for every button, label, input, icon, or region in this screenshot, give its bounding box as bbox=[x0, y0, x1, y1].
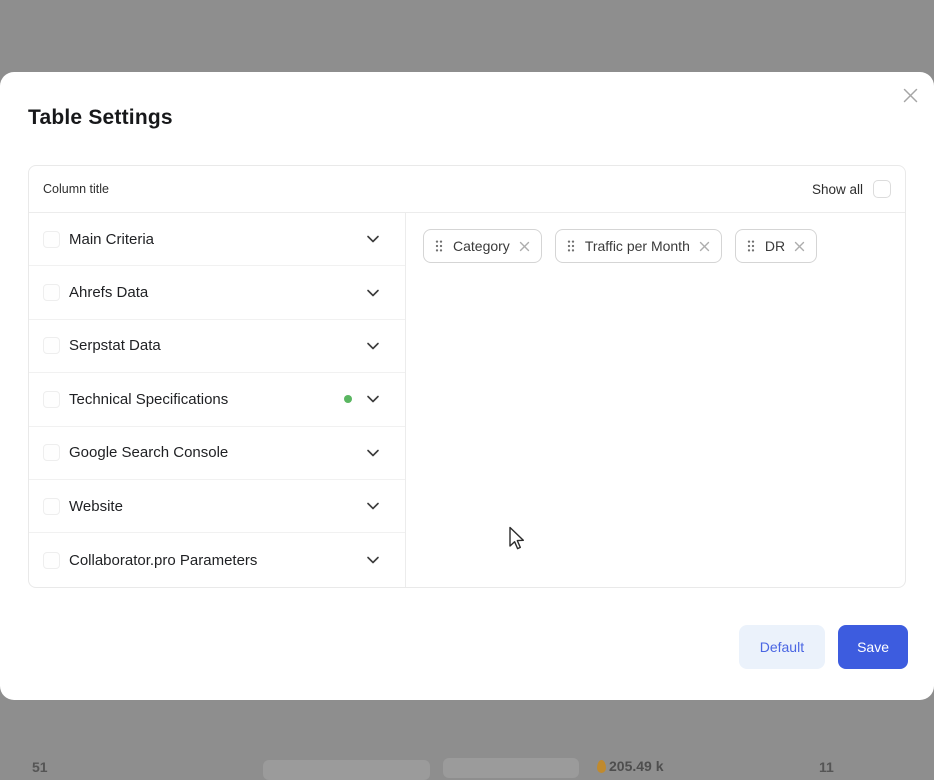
default-button[interactable]: Default bbox=[739, 625, 825, 669]
chip-label: DR bbox=[765, 238, 785, 254]
group-row-ahrefs-data[interactable]: Ahrefs Data bbox=[29, 266, 405, 319]
group-row-main-criteria[interactable]: Main Criteria bbox=[29, 213, 405, 266]
selected-columns-area: Category Traffic per Month bbox=[406, 213, 905, 587]
ghost-metric-right: 11 bbox=[819, 759, 834, 775]
group-row-serpstat-data[interactable]: Serpstat Data bbox=[29, 320, 405, 373]
chip-label: Traffic per Month bbox=[585, 238, 690, 254]
group-label: Collaborator.pro Parameters bbox=[69, 552, 365, 569]
column-chip-category[interactable]: Category bbox=[423, 229, 542, 263]
active-columns-dot bbox=[344, 395, 352, 403]
show-all-toggle[interactable]: Show all bbox=[812, 180, 891, 198]
chevron-down-icon[interactable] bbox=[365, 391, 381, 407]
column-settings-panel: Column title Show all Main Criteria Ahre… bbox=[28, 165, 906, 588]
chevron-down-icon[interactable] bbox=[365, 285, 381, 301]
remove-chip-icon[interactable] bbox=[519, 241, 530, 252]
chevron-down-icon[interactable] bbox=[365, 552, 381, 568]
column-chip-dr[interactable]: DR bbox=[735, 229, 817, 263]
panel-header-title: Column title bbox=[43, 182, 109, 196]
panel-header: Column title Show all bbox=[29, 166, 905, 213]
ghost-pill bbox=[443, 758, 579, 778]
chevron-down-icon[interactable] bbox=[365, 338, 381, 354]
remove-chip-icon[interactable] bbox=[699, 241, 710, 252]
close-icon[interactable] bbox=[899, 84, 921, 106]
group-label: Main Criteria bbox=[69, 231, 365, 248]
modal-footer: Default Save bbox=[739, 625, 908, 669]
drag-handle-icon[interactable] bbox=[567, 239, 575, 253]
column-chip-traffic-per-month[interactable]: Traffic per Month bbox=[555, 229, 722, 263]
group-row-website[interactable]: Website bbox=[29, 480, 405, 533]
group-label: Serpstat Data bbox=[69, 337, 365, 354]
group-row-google-search-console[interactable]: Google Search Console bbox=[29, 427, 405, 480]
save-button[interactable]: Save bbox=[838, 625, 908, 669]
group-label: Ahrefs Data bbox=[69, 284, 365, 301]
table-settings-modal: Table Settings Column title Show all Mai… bbox=[0, 72, 934, 700]
group-row-collaborator-pro-parameters[interactable]: Collaborator.pro Parameters bbox=[29, 533, 405, 586]
group-checkbox[interactable] bbox=[43, 284, 60, 301]
group-checkbox[interactable] bbox=[43, 391, 60, 408]
group-checkbox[interactable] bbox=[43, 231, 60, 248]
drag-handle-icon[interactable] bbox=[435, 239, 443, 253]
flame-icon bbox=[597, 760, 606, 773]
group-label: Website bbox=[69, 498, 365, 515]
remove-chip-icon[interactable] bbox=[794, 241, 805, 252]
ghost-metric-left: 51 bbox=[32, 759, 48, 775]
chevron-down-icon[interactable] bbox=[365, 231, 381, 247]
show-all-checkbox[interactable] bbox=[873, 180, 891, 198]
group-label: Technical Specifications bbox=[69, 391, 344, 408]
group-row-technical-specifications[interactable]: Technical Specifications bbox=[29, 373, 405, 426]
column-group-list: Main Criteria Ahrefs Data Serpstat Data … bbox=[29, 213, 406, 587]
group-checkbox[interactable] bbox=[43, 552, 60, 569]
panel-body: Main Criteria Ahrefs Data Serpstat Data … bbox=[29, 213, 905, 587]
group-checkbox[interactable] bbox=[43, 337, 60, 354]
dimmed-background-table: 51 205.49 k 11 bbox=[0, 756, 934, 776]
chevron-down-icon[interactable] bbox=[365, 498, 381, 514]
group-checkbox[interactable] bbox=[43, 444, 60, 461]
drag-handle-icon[interactable] bbox=[747, 239, 755, 253]
show-all-label: Show all bbox=[812, 182, 863, 197]
modal-title: Table Settings bbox=[28, 106, 173, 130]
group-label: Google Search Console bbox=[69, 444, 365, 461]
chip-label: Category bbox=[453, 238, 510, 254]
group-checkbox[interactable] bbox=[43, 498, 60, 515]
chevron-down-icon[interactable] bbox=[365, 445, 381, 461]
ghost-pill bbox=[263, 760, 430, 780]
